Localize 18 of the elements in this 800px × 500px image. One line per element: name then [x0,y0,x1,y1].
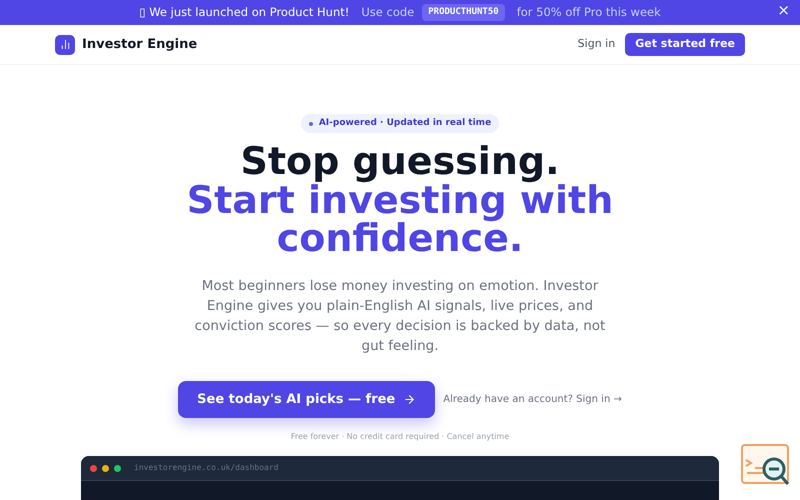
announcement-text: ▯ We just launched on Product Hunt! [139,4,350,21]
headline-accent: Start investing with confidence. [186,181,614,257]
sign-in-link[interactable]: Already have an account? Sign in → [443,392,622,407]
hero-description: Most beginners lose money investing on emotion. Investor Engine gives you plain-English AI signals, live prices, and conviction scores — so every decision is backed by data, not gut feeling. [194,277,606,356]
sign-in-link[interactable]: Sign in [578,36,616,53]
brand-name: Investor Engine [82,36,198,54]
url-text: investorengine.co.uk/dashboard [134,462,278,474]
promo-code: PRODUCTHUNT50 [422,4,505,22]
headline: Stop guessing. [240,141,560,181]
offer-text: for 50% off Pro this week [516,4,661,21]
close-button[interactable]: × [777,3,790,18]
logo-icon [55,34,75,54]
code-label: Use code [361,4,414,21]
arrow-right-icon [403,393,416,406]
footnote-text: Free forever · No credit card required · Cancel anytime [290,431,510,443]
badge-text: AI-powered · Updated in real time [318,116,492,130]
primary-cta-button[interactable]: See today's AI picks — free [178,381,436,418]
get-started-button[interactable]: Get started free [625,33,745,56]
